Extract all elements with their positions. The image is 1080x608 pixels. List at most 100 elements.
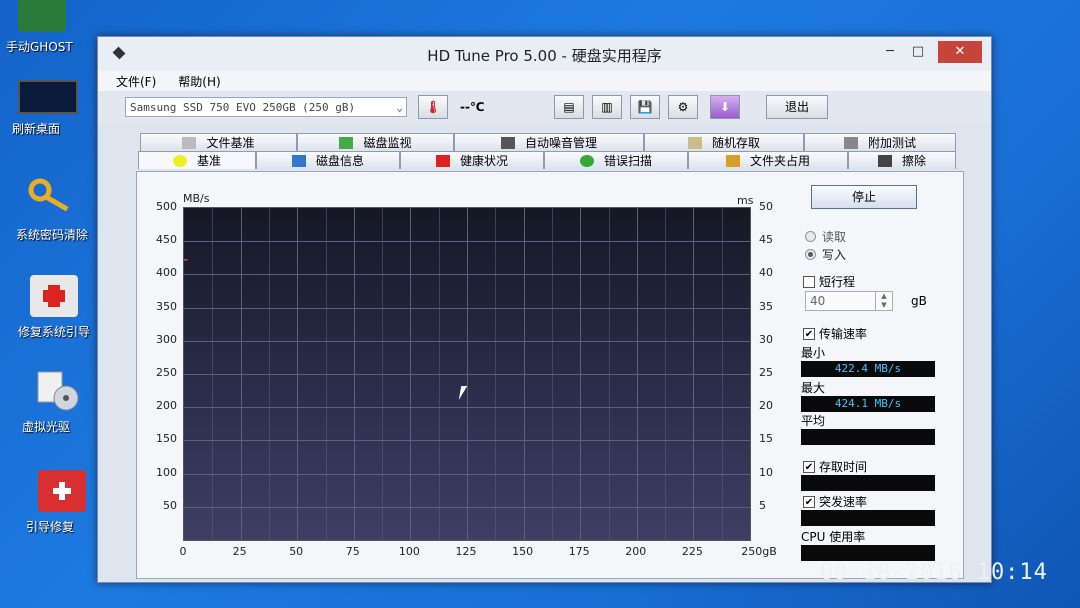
tab-label: 文件夹占用 — [749, 153, 810, 168]
tab-health[interactable]: 健康状况 — [400, 151, 544, 169]
title-bar[interactable]: HD Tune Pro 5.00 - 硬盘实用程序 ─ □ ✕ — [98, 37, 991, 71]
desktop-icon-label: 手动GHOST — [6, 40, 73, 54]
short-stroke-checkbox[interactable]: 短行程 — [803, 273, 855, 290]
exit-button[interactable]: 退出 — [766, 95, 828, 119]
lightbulb-icon — [172, 154, 187, 167]
save-icon: 💾 — [637, 100, 653, 114]
x-tick-label: 175 — [568, 545, 590, 558]
burst-rate-label: 突发速率 — [819, 495, 868, 509]
menu-help[interactable]: 帮助(H) — [178, 73, 220, 90]
save-button[interactable]: 💾 — [630, 95, 660, 119]
copy-screen-button[interactable]: ▥ — [592, 95, 622, 119]
grid-line-horizontal — [184, 307, 750, 309]
thermometer-icon: 🌡 — [425, 100, 441, 114]
toolbar: Samsung SSD 750 EVO 250GB (250 gB) ⌄ 🌡 -… — [98, 91, 991, 123]
copy-icon: ▤ — [563, 100, 575, 114]
drive-select[interactable]: Samsung SSD 750 EVO 250GB (250 gB) ⌄ — [125, 97, 407, 117]
y-tick-label-right: 25 — [759, 366, 773, 379]
max-value: 424.1 MB/s — [801, 396, 935, 412]
random-access-icon — [687, 136, 702, 149]
folder-icon — [725, 154, 740, 167]
desktop-icon-virtual-drive[interactable]: 虚拟光驱 — [8, 370, 108, 434]
desktop-icon-password-clear[interactable]: 系统密码清除 — [2, 178, 102, 242]
grid-line-horizontal — [184, 274, 750, 276]
tab-error-scan[interactable]: 错误扫描 — [544, 151, 688, 169]
benchmark-chart: MB/s ms 500 450 400 350 300 250 200 150 100 50 50… — [137, 172, 777, 578]
trash-icon — [877, 154, 892, 167]
x-tick-label: 50 — [289, 545, 304, 558]
tab-file-benchmark[interactable]: 文件基准 — [140, 133, 297, 151]
write-label: 写入 — [822, 248, 847, 262]
x-tick-label: 150 — [512, 545, 534, 558]
minimize-button[interactable]: ─ — [875, 41, 905, 63]
transfer-rate-checkbox[interactable]: ✔ 传输速率 — [803, 325, 867, 342]
tab-label: 健康状况 — [459, 153, 508, 168]
y-tick-label: 100 — [156, 465, 177, 479]
y-tick-label-right: 10 — [759, 465, 773, 479]
burst-rate-value — [801, 510, 935, 526]
tab-disk-info[interactable]: 磁盘信息 — [256, 151, 400, 169]
tab-benchmark[interactable]: 基准 — [138, 151, 256, 169]
thermometer-button[interactable]: 🌡 — [418, 95, 448, 119]
tab-folder-usage[interactable]: 文件夹占用 — [688, 151, 848, 169]
tab-disk-monitor[interactable]: 磁盘监视 — [297, 133, 454, 151]
extra-tests-icon — [843, 136, 858, 149]
access-time-value — [801, 475, 935, 491]
x-tick-label: 100 — [398, 545, 420, 558]
menu-bar: 文件(F) 帮助(H) — [98, 71, 991, 91]
desktop-icon-repair-boot[interactable]: 修复系统引导 — [4, 275, 104, 339]
min-label: 最小 — [801, 346, 826, 360]
options-button[interactable]: ⚙ — [668, 95, 698, 119]
y-tick-label: 250 — [156, 366, 177, 379]
x-tick-label: 75 — [345, 545, 360, 558]
access-time-checkbox[interactable]: ✔ 存取时间 — [803, 458, 867, 475]
tab-aam[interactable]: 自动噪音管理 — [454, 133, 644, 151]
menu-file[interactable]: 文件(F) — [116, 73, 156, 90]
spinner-arrows[interactable]: ▲ ▼ — [875, 292, 892, 310]
grid-line-horizontal — [184, 340, 750, 342]
radio-indicator — [805, 249, 816, 260]
tab-erase[interactable]: 擦除 — [848, 151, 956, 169]
y-tick-label-right: 15 — [759, 432, 773, 446]
read-radio[interactable]: 读取 — [805, 228, 846, 245]
tab-extra-tests[interactable]: 附加测试 — [804, 133, 956, 151]
radio-indicator — [805, 231, 816, 242]
y-tick-label: 400 — [156, 266, 177, 280]
tab-label: 随机存取 — [711, 135, 760, 150]
speaker-icon — [500, 136, 515, 149]
checkbox-box — [803, 275, 815, 288]
y-tick-label: 50 — [163, 498, 177, 512]
x-tick-label: 25 — [232, 545, 247, 558]
tab-random-access[interactable]: 随机存取 — [644, 133, 804, 151]
min-value: 422.4 MB/s — [801, 361, 935, 377]
tab-row-bottom: 基准 磁盘信息 健康状况 错误扫描 文件夹占用 擦除 — [138, 151, 956, 169]
hdtune-window: HD Tune Pro 5.00 - 硬盘实用程序 ─ □ ✕ 文件(F) 帮助… — [97, 36, 992, 583]
avg-value — [801, 429, 935, 445]
tab-label: 错误扫描 — [603, 153, 652, 168]
y-tick-label-right: 35 — [759, 299, 773, 313]
copy-info-button[interactable]: ▤ — [554, 95, 584, 119]
download-button[interactable]: ⬇ — [710, 95, 740, 119]
close-button[interactable]: ✕ — [938, 41, 982, 63]
firstaid-kit-icon — [30, 275, 78, 317]
health-cross-icon — [435, 154, 450, 167]
tab-label: 自动噪音管理 — [524, 135, 597, 150]
cpu-usage-label: CPU 使用率 — [801, 530, 866, 544]
tab-label: 磁盘信息 — [315, 153, 364, 168]
stop-button[interactable]: 停止 — [811, 185, 917, 209]
max-label: 最大 — [801, 381, 826, 395]
toolbox-icon — [38, 470, 86, 512]
desktop-icon-refresh[interactable]: 刷新桌面 — [0, 80, 98, 136]
desktop-icon-ghost[interactable]: 手动GHOST — [0, 0, 92, 54]
short-stroke-spinner[interactable]: 40 ▲ ▼ — [805, 291, 893, 311]
y-tick-label: 350 — [156, 299, 177, 313]
y-axis-right-label: ms — [737, 194, 754, 207]
desktop-icon-label: 虚拟光驱 — [22, 420, 71, 434]
write-radio[interactable]: 写入 — [805, 246, 846, 263]
checkbox-box: ✔ — [803, 460, 815, 473]
burst-rate-checkbox[interactable]: ✔ 突发速率 — [803, 493, 867, 510]
x-tick-label: 0 — [179, 545, 187, 558]
ghost-icon — [18, 0, 66, 32]
maximize-button[interactable]: □ — [903, 41, 933, 63]
access-time-label: 存取时间 — [819, 460, 868, 474]
